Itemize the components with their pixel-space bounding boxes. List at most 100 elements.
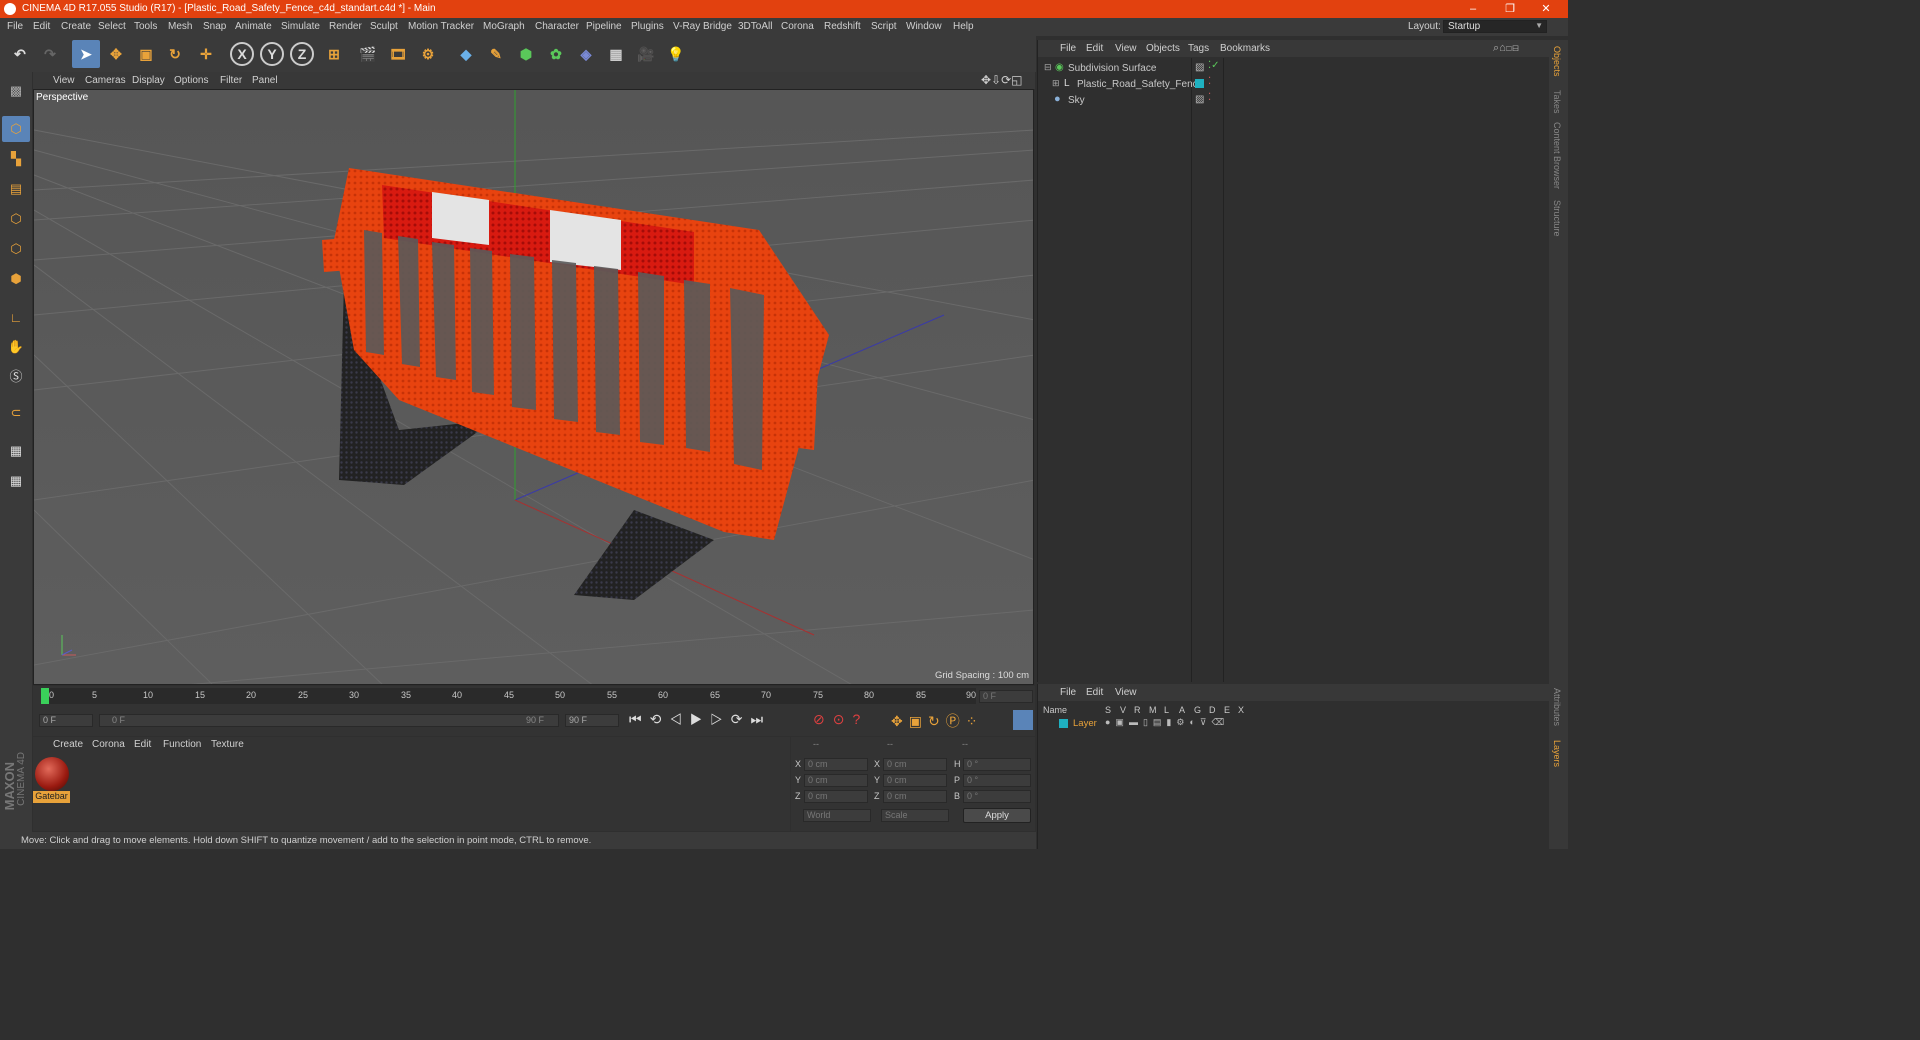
position-z-field[interactable]: 0 cm	[804, 790, 868, 803]
menu-character[interactable]: Character	[535, 21, 579, 32]
camera-icon[interactable]: 🎥	[632, 40, 660, 68]
visible-dot[interactable]: ⁚	[1208, 92, 1211, 103]
layers-menu-view[interactable]: View	[1115, 687, 1137, 698]
scale-icon[interactable]: ▣	[132, 40, 160, 68]
menu-plugins[interactable]: Plugins	[631, 21, 664, 32]
position-y-field[interactable]: 0 cm	[804, 774, 868, 787]
menu-tools[interactable]: Tools	[134, 21, 157, 32]
snap-magnet-icon[interactable]: ⊂	[2, 400, 30, 426]
material-name-label[interactable]: Gatebar	[33, 791, 70, 803]
objects-menu-objects[interactable]: Objects	[1146, 43, 1180, 54]
viewport-menu-display[interactable]: Display	[132, 75, 165, 86]
viewport-menu-view[interactable]: View	[53, 75, 75, 86]
col-a[interactable]: A	[1179, 705, 1185, 715]
size-y-field[interactable]: 0 cm	[883, 774, 947, 787]
expand-icon[interactable]: ⊟	[1044, 62, 1052, 73]
minimize-button[interactable]: –	[1455, 0, 1491, 18]
col-s[interactable]: S	[1105, 705, 1111, 715]
subdivision-icon[interactable]: ⬢	[512, 40, 540, 68]
menu-pipeline[interactable]: Pipeline	[586, 21, 622, 32]
object-row-subdivision[interactable]: ⊟ ◉ Subdivision Surface ▨ ⁚✓	[1038, 60, 1550, 76]
menu-select[interactable]: Select	[98, 21, 126, 32]
menu-3dtoall[interactable]: 3DToAll	[738, 21, 772, 32]
col-e[interactable]: E	[1224, 705, 1230, 715]
objects-menu-edit[interactable]: Edit	[1086, 43, 1103, 54]
timeline-layout-icon[interactable]	[1013, 710, 1033, 730]
material-menu-function[interactable]: Function	[163, 739, 201, 750]
object-row-sky[interactable]: ● Sky ▨ ⁚	[1038, 92, 1550, 108]
menu-simulate[interactable]: Simulate	[281, 21, 320, 32]
layer-row[interactable]: Layer ●▣▬▯▤▮⚙◐⊽⌫	[1038, 717, 1550, 730]
material-menu-texture[interactable]: Texture	[211, 739, 244, 750]
material-menu-corona[interactable]: Corona	[92, 739, 125, 750]
make-editable-icon[interactable]: ▩	[2, 78, 30, 104]
rotation-h-field[interactable]: 0 °	[963, 758, 1031, 771]
col-v[interactable]: V	[1120, 705, 1126, 715]
rotation-b-field[interactable]: 0 °	[963, 790, 1031, 803]
deformer-icon[interactable]: ◈	[572, 40, 600, 68]
workplane-icon[interactable]: ▤	[2, 176, 30, 202]
objects-menu-view[interactable]: View	[1115, 43, 1137, 54]
objects-menu-tags[interactable]: Tags	[1188, 43, 1209, 54]
layers-menu-edit[interactable]: Edit	[1086, 687, 1103, 698]
viewport-menu-options[interactable]: Options	[174, 75, 208, 86]
menu-mesh[interactable]: Mesh	[168, 21, 192, 32]
col-r[interactable]: R	[1134, 705, 1141, 715]
menu-snap[interactable]: Snap	[203, 21, 226, 32]
tab-content-browser[interactable]: Content Browser	[1552, 122, 1562, 189]
col-m[interactable]: M	[1149, 705, 1157, 715]
objects-menu-bookmarks[interactable]: Bookmarks	[1220, 43, 1270, 54]
viewport-menu-cameras[interactable]: Cameras	[85, 75, 126, 86]
layers-menu-file[interactable]: File	[1060, 687, 1076, 698]
objects-menu-file[interactable]: File	[1060, 43, 1076, 54]
menu-help[interactable]: Help	[953, 21, 974, 32]
menu-create[interactable]: Create	[61, 21, 91, 32]
mograph-cloner-icon[interactable]: ✿	[542, 40, 570, 68]
col-l[interactable]: L	[1164, 705, 1169, 715]
tab-attributes[interactable]: Attributes	[1552, 688, 1562, 726]
menu-redshift[interactable]: Redshift	[824, 21, 861, 32]
col-name[interactable]: Name	[1043, 705, 1067, 715]
3d-viewport[interactable]: Perspective Grid Spacing : 100 cm	[33, 89, 1034, 685]
object-name[interactable]: Sky	[1068, 95, 1085, 106]
layout-select[interactable]: Startup ▼	[1443, 20, 1547, 33]
menu-animate[interactable]: Animate	[235, 21, 272, 32]
col-d[interactable]: D	[1209, 705, 1216, 715]
object-name[interactable]: Subdivision Surface	[1068, 63, 1156, 74]
object-row-fence[interactable]: ⊞ L Plastic_Road_Safety_Fence ⁚	[1038, 76, 1550, 92]
key-mode-icons[interactable]: ✥▣↻Ⓟ⁘	[891, 711, 983, 731]
maximize-button[interactable]: ❐	[1492, 0, 1528, 18]
apply-button[interactable]: Apply	[963, 808, 1031, 823]
object-name[interactable]: Plastic_Road_Safety_Fence	[1077, 79, 1203, 90]
solo-icon[interactable]: Ⓢ	[2, 362, 30, 388]
viewport-nav-icon[interactable]: ✥⇩⟳◱	[981, 73, 1023, 87]
layer-flag-icons[interactable]: ●▣▬▯▤▮⚙◐⊽⌫	[1105, 717, 1229, 728]
viewport-menu-panel[interactable]: Panel	[252, 75, 278, 86]
material-menu-create[interactable]: Create	[53, 739, 83, 750]
playhead[interactable]	[41, 688, 49, 704]
transform-icon[interactable]: ✛	[192, 40, 220, 68]
frame-range-slider[interactable]: 0 F 90 F	[99, 714, 559, 727]
menu-motion-tracker[interactable]: Motion Tracker	[408, 21, 474, 32]
undo-icon[interactable]: ↶	[6, 40, 34, 68]
tab-takes[interactable]: Takes	[1552, 90, 1562, 114]
expand-icon[interactable]: ⊞	[1052, 78, 1060, 89]
menu-script[interactable]: Script	[871, 21, 897, 32]
col-x[interactable]: X	[1238, 705, 1244, 715]
timeline-ruler[interactable]: 0 5 10 15 20 25 30 35 40 45 50 55 60 65 …	[41, 688, 976, 704]
tab-layers[interactable]: Layers	[1552, 740, 1562, 767]
current-frame-field[interactable]: 0 F	[979, 690, 1033, 703]
viewport-menu-filter[interactable]: Filter	[220, 75, 242, 86]
model-mode-icon[interactable]: ⬡	[2, 116, 30, 142]
keyframe-controls[interactable]: ⊘⊙?	[813, 711, 868, 728]
floor-icon[interactable]: ▦	[602, 40, 630, 68]
visible-dot[interactable]: ⁚	[1208, 76, 1211, 87]
x-axis-lock-button[interactable]: X	[230, 42, 254, 66]
menu-vray-bridge[interactable]: V-Ray Bridge	[673, 21, 732, 32]
layer-color-swatch[interactable]	[1059, 719, 1068, 728]
polygons-mode-icon[interactable]: ⬢	[2, 266, 30, 292]
menu-render[interactable]: Render	[329, 21, 362, 32]
playback-controls[interactable]: ⏮⟲◁▶▷⟳⏭	[629, 711, 771, 728]
menu-sculpt[interactable]: Sculpt	[370, 21, 398, 32]
layer-name[interactable]: Layer	[1073, 718, 1097, 729]
